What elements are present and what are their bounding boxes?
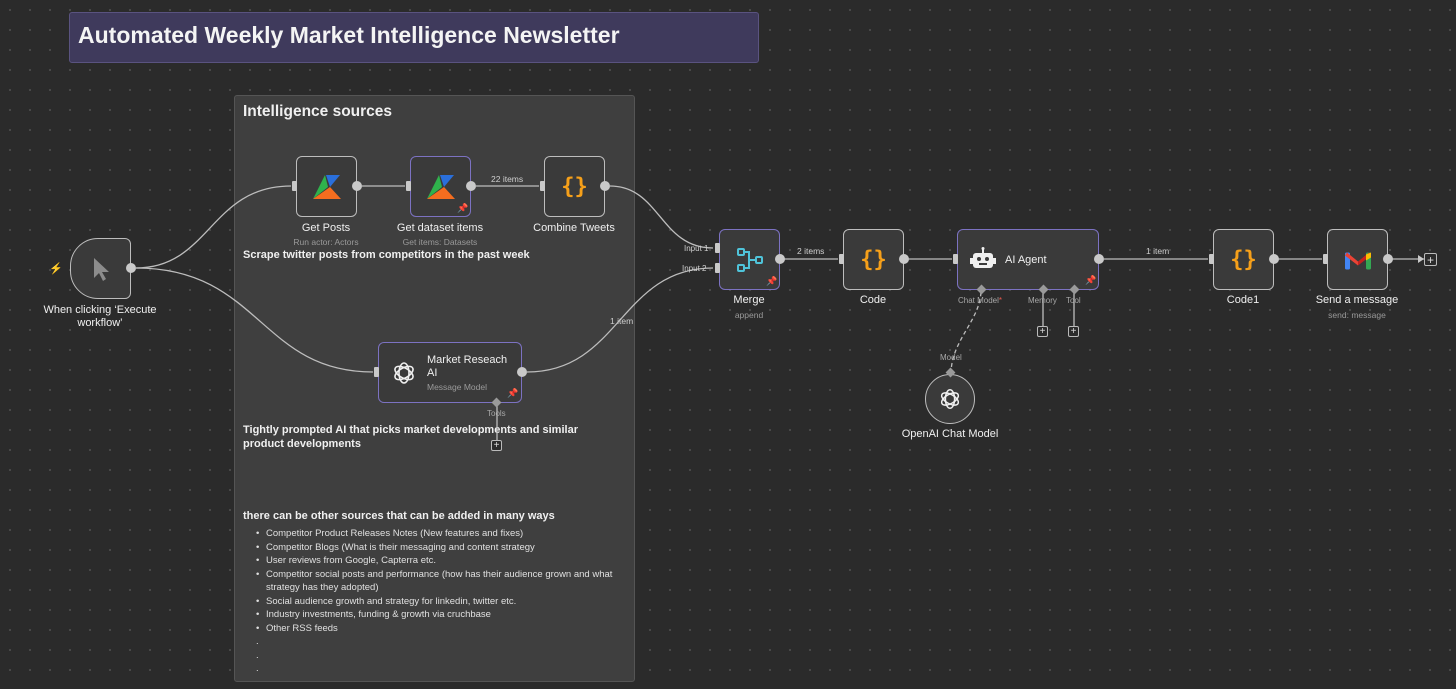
tool-label: Tool: [1066, 296, 1081, 305]
openai-icon: [940, 389, 960, 409]
merge-icon: [736, 247, 763, 272]
output-handle[interactable]: [1269, 254, 1279, 264]
merge-input2-label: Input 2: [682, 264, 707, 273]
merge-label: Merge: [733, 294, 765, 306]
gmail-icon: [1344, 252, 1371, 269]
chat-model-text: Chat Model: [958, 296, 999, 305]
wire-trigger-getposts: [135, 185, 292, 269]
input-handle-2[interactable]: [715, 263, 720, 273]
code1-label: Code1: [1226, 294, 1260, 306]
output-handle[interactable]: [775, 254, 785, 264]
ai-agent-label: AI Agent: [1005, 254, 1047, 266]
trigger-node[interactable]: [70, 238, 131, 299]
input-handle[interactable]: [1323, 254, 1328, 264]
input-handle[interactable]: [839, 254, 844, 264]
merge-sub: append: [734, 310, 764, 320]
output-handle[interactable]: [352, 181, 362, 191]
send-message-sub: send: message: [1328, 310, 1386, 320]
code-label: Code: [859, 294, 887, 306]
robot-icon: [970, 247, 996, 268]
input-handle-1[interactable]: [715, 243, 720, 253]
tools-label: Tools: [487, 409, 506, 418]
openai-icon: [394, 362, 414, 384]
market-ai-sub: Message Model: [427, 382, 488, 392]
connections-layer: [135, 182, 1424, 440]
market-research-ai-node[interactable]: Market Reseach AI Message Model 📌: [378, 342, 522, 403]
merge-node[interactable]: 📌: [719, 229, 780, 290]
curly-braces-icon: {}: [1230, 247, 1257, 272]
edge-label-22-items: 22 items: [491, 174, 524, 184]
curly-braces-icon: {}: [561, 174, 588, 199]
pin-icon: 📌: [507, 388, 519, 398]
edge-label-1-item: 1 item: [1146, 246, 1170, 256]
edge-label-2-items: 2 items: [797, 246, 825, 256]
send-message-node[interactable]: [1327, 229, 1388, 290]
openai-chat-model-label: OpenAI Chat Model: [901, 428, 999, 440]
edge-label-1-item: 1 item: [610, 316, 634, 326]
lightning-icon: ⚡: [49, 263, 63, 275]
output-handle[interactable]: [899, 254, 909, 264]
add-tool-button[interactable]: +: [1068, 326, 1079, 337]
required-marker: *: [998, 296, 1003, 305]
ai-agent-node[interactable]: AI Agent 📌: [957, 229, 1099, 290]
input-handle[interactable]: [374, 367, 379, 377]
input-handle[interactable]: [406, 181, 411, 191]
code-node[interactable]: {}: [843, 229, 904, 290]
pin-icon: 📌: [766, 276, 778, 286]
output-handle[interactable]: [466, 181, 476, 191]
input-handle[interactable]: [540, 181, 545, 191]
merge-input1-label: Input 1: [684, 244, 709, 253]
combine-tweets-label: Combine Tweets: [533, 222, 615, 234]
pin-icon: 📌: [457, 203, 469, 213]
cursor-icon: [93, 257, 109, 281]
input-handle[interactable]: [953, 254, 958, 264]
output-handle[interactable]: [600, 181, 610, 191]
wire-combine-merge: [609, 185, 714, 249]
add-memory-button[interactable]: +: [1037, 326, 1048, 337]
combine-tweets-node[interactable]: {}: [544, 156, 605, 217]
code1-node[interactable]: {}: [1213, 229, 1274, 290]
chat-model-label: Chat Model*: [958, 296, 1002, 305]
input-handle[interactable]: [292, 181, 297, 191]
get-posts-sub: Run actor: Actors: [293, 237, 359, 247]
get-posts-node[interactable]: [296, 156, 357, 217]
get-dataset-node[interactable]: 📌: [410, 156, 471, 217]
input-handle[interactable]: [1209, 254, 1214, 264]
openai-chat-model-node[interactable]: [925, 374, 975, 424]
output-handle[interactable]: [126, 263, 136, 273]
get-dataset-label: Get dataset items: [396, 222, 484, 234]
output-handle[interactable]: [1383, 254, 1393, 264]
memory-label: Memory: [1028, 296, 1057, 305]
output-handle[interactable]: [517, 367, 527, 377]
apify-icon: [426, 174, 455, 199]
market-ai-label: Market Reseach AI: [427, 354, 508, 379]
curly-braces-icon: {}: [860, 247, 887, 272]
send-message-label: Send a message: [1315, 294, 1399, 306]
add-node-button[interactable]: +: [1424, 253, 1437, 266]
trigger-label: When clicking ‘Execute workflow’: [43, 304, 157, 329]
get-posts-label: Get Posts: [301, 222, 351, 234]
pin-icon: 📌: [1085, 275, 1097, 285]
model-label: Model: [940, 353, 962, 362]
add-tool-button[interactable]: +: [491, 440, 502, 451]
output-handle[interactable]: [1094, 254, 1104, 264]
apify-icon: [312, 174, 341, 199]
wire-trigger-marketai: [135, 267, 374, 373]
get-dataset-sub: Get items: Datasets: [402, 237, 478, 247]
